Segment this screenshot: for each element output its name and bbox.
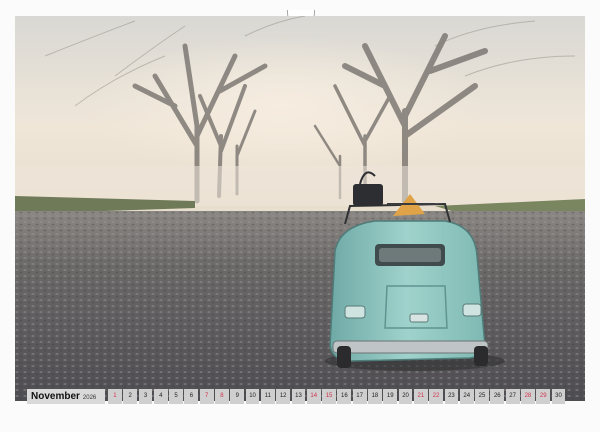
day-cell: 5 — [169, 389, 183, 404]
day-cell: 8 — [215, 389, 229, 404]
day-cell: 17 — [352, 389, 367, 404]
day-cell: 23 — [444, 389, 459, 404]
day-cell: 11 — [260, 389, 275, 404]
day-cell: 16 — [337, 389, 352, 404]
day-cell: 24 — [459, 389, 474, 404]
day-cell: 18 — [368, 389, 382, 404]
month-name: November — [31, 391, 80, 402]
day-cell: 26 — [490, 389, 505, 404]
day-cell: 12 — [276, 389, 291, 404]
day-cell: 27 — [505, 389, 520, 404]
day-cell: 20 — [398, 389, 413, 404]
day-cell: 7 — [199, 389, 214, 404]
day-cell: 6 — [184, 389, 199, 404]
day-cell: 30 — [551, 389, 566, 404]
day-cell: 22 — [429, 389, 444, 404]
calendar-strip: November 2026 1 2 3 4 5 6 7 8 9 10 11 12 13 14 15 16 17 1… — [27, 389, 573, 404]
calendar-photo — [15, 16, 585, 401]
day-cell: 4 — [153, 389, 168, 404]
day-cell: 19 — [383, 389, 398, 404]
day-cell: 13 — [291, 389, 306, 404]
day-cell: 25 — [475, 389, 489, 404]
day-list: 1 2 3 4 5 6 7 8 9 10 11 12 13 14 15 16 17 18 19 20 21 22 23 24 2… — [108, 389, 566, 404]
day-cell: 1 — [108, 389, 122, 404]
month-year: 2026 — [82, 395, 97, 401]
day-cell: 9 — [230, 389, 245, 404]
day-cell: 28 — [521, 389, 535, 404]
day-cell: 3 — [138, 389, 153, 404]
day-cell: 14 — [306, 389, 321, 404]
day-cell: 15 — [322, 389, 336, 404]
month-label: November 2026 — [27, 389, 105, 404]
photo-scene — [15, 16, 585, 401]
day-cell: 21 — [413, 389, 428, 404]
calendar-page: November 2026 1 2 3 4 5 6 7 8 9 10 11 12 13 14 15 16 17 1… — [0, 0, 600, 432]
day-cell: 2 — [123, 389, 138, 404]
day-cell: 10 — [245, 389, 260, 404]
day-cell: 29 — [536, 389, 551, 404]
